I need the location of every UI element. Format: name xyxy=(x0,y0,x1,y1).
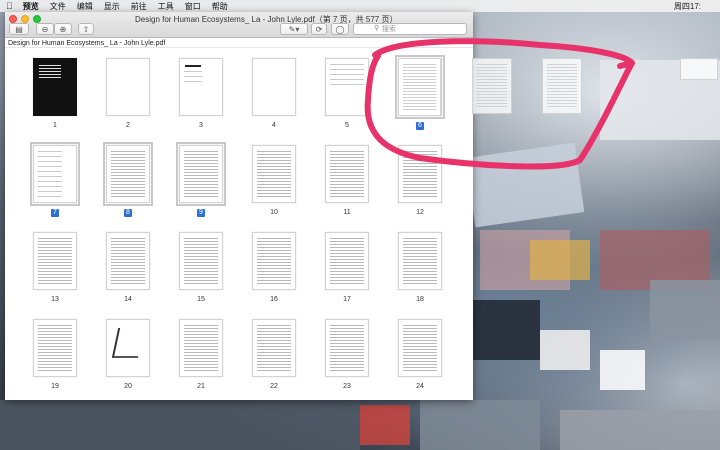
hand-drawn-circle-annotation xyxy=(364,38,635,170)
